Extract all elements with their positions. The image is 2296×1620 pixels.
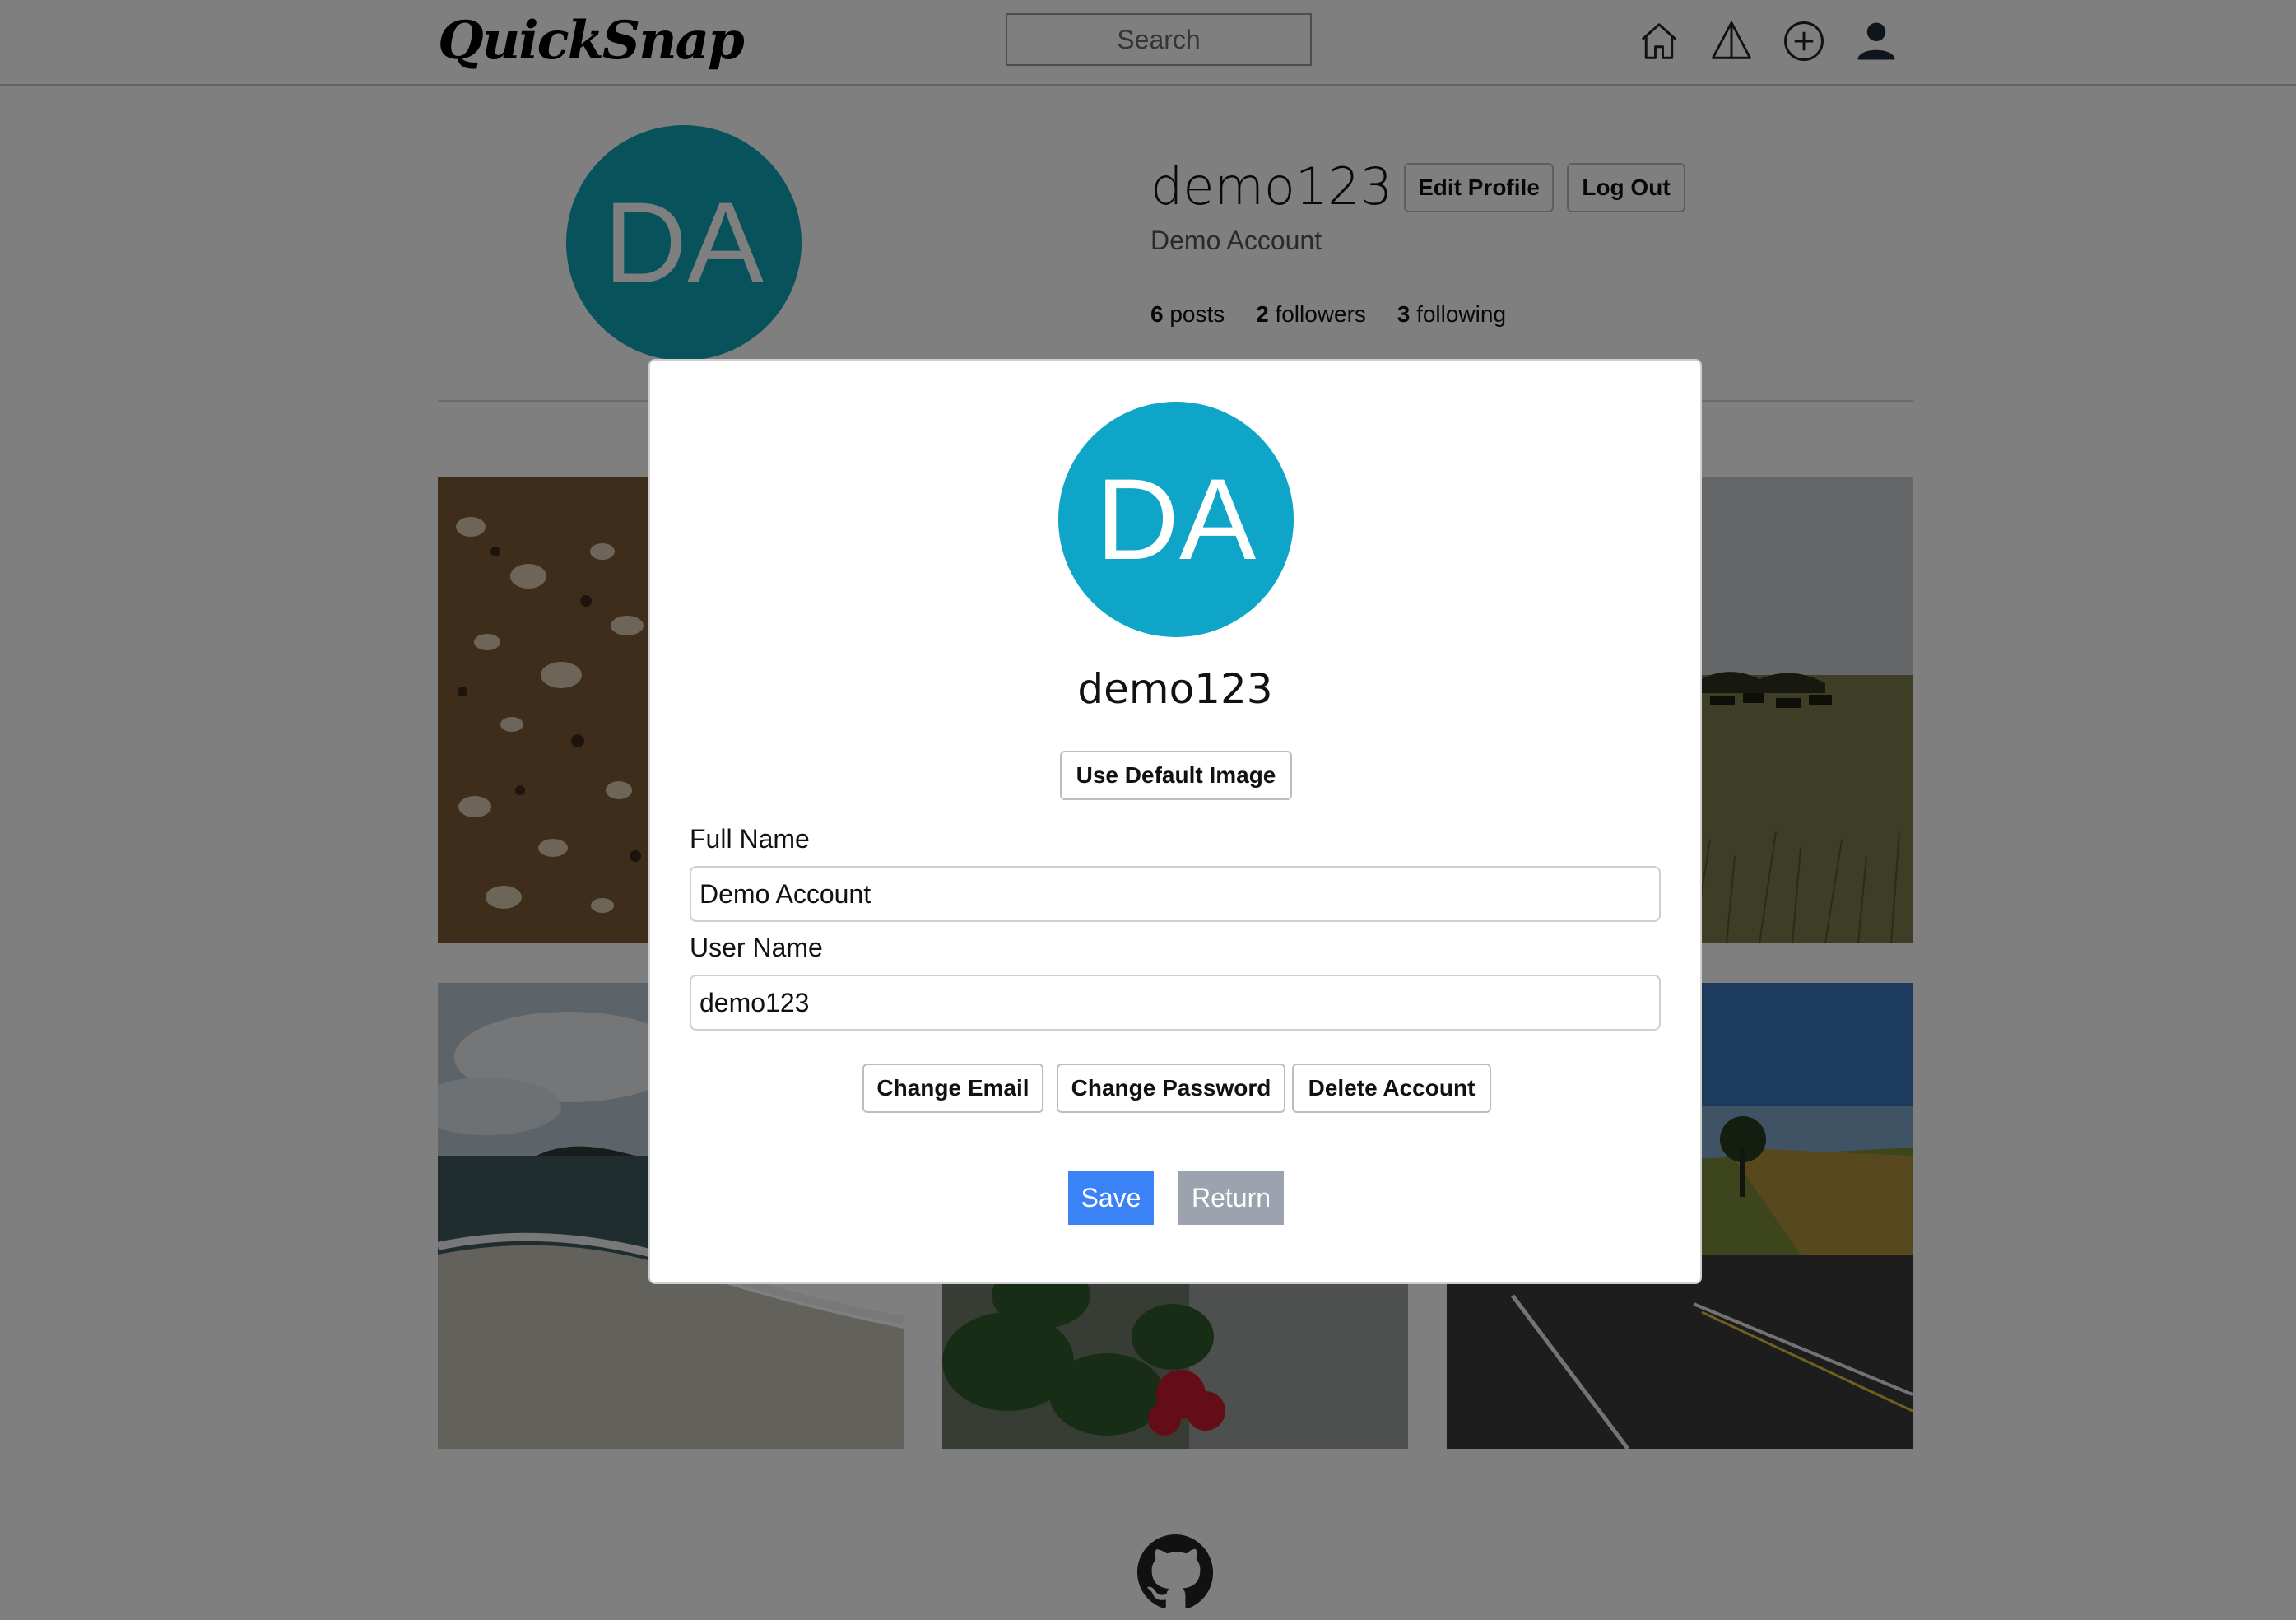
change-email-button[interactable]: Change Email bbox=[862, 1064, 1043, 1113]
full-name-field[interactable] bbox=[690, 866, 1661, 922]
user-name-field[interactable] bbox=[690, 975, 1661, 1031]
user-name-label: User Name bbox=[690, 933, 823, 962]
use-default-image-button[interactable]: Use Default Image bbox=[1060, 751, 1292, 800]
return-button[interactable]: Return bbox=[1178, 1171, 1284, 1225]
modal-avatar[interactable]: DA bbox=[1058, 402, 1294, 637]
modal-username: demo123 bbox=[1077, 665, 1273, 713]
edit-profile-modal: DA demo123 Use Default Image Full Name U… bbox=[648, 359, 1702, 1284]
save-button[interactable]: Save bbox=[1068, 1171, 1154, 1225]
profile-page: QuickSnap DA de bbox=[0, 0, 2296, 1620]
change-password-button[interactable]: Change Password bbox=[1057, 1064, 1285, 1113]
full-name-label: Full Name bbox=[690, 824, 810, 854]
delete-account-button[interactable]: Delete Account bbox=[1292, 1064, 1491, 1113]
